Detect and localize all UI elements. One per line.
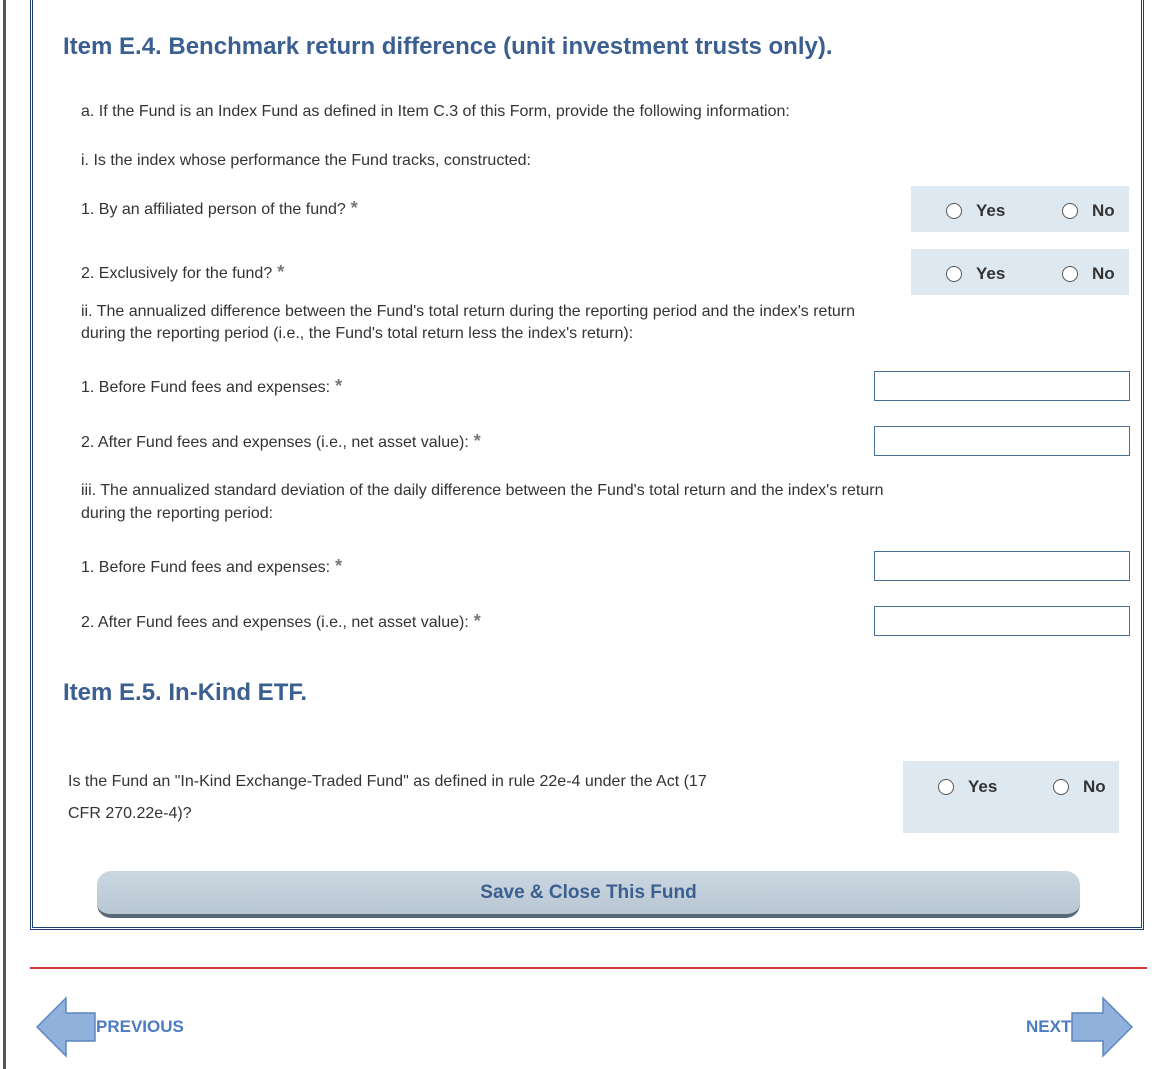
previous-button[interactable]: PREVIOUS	[36, 996, 184, 1058]
right-arrow-icon[interactable]	[1071, 996, 1134, 1058]
e4-i-1-label: 1. By an affiliated person of the fund?	[81, 201, 346, 218]
e4-ii-2-input[interactable]	[874, 426, 1130, 456]
radio-circle-icon[interactable]	[1062, 203, 1078, 219]
e4-i-text: i. Is the index whose performance the Fu…	[81, 152, 531, 169]
item-e5-heading: Item E.5. In-Kind ETF.	[63, 679, 308, 706]
radio-circle-icon[interactable]	[946, 203, 962, 219]
e4-ii-text-line2: during the reporting period (i.e., the F…	[81, 325, 634, 342]
left-arrow-icon[interactable]	[36, 996, 96, 1058]
e4-i-1-radio-group: Yes No	[911, 186, 1129, 232]
e4-iii-2-question: 2. After Fund fees and expenses (i.e., n…	[81, 611, 481, 632]
radio-circle-icon[interactable]	[1053, 779, 1069, 795]
no-label: No	[1092, 264, 1115, 283]
no-label: No	[1092, 201, 1115, 220]
yes-label: Yes	[976, 201, 1006, 220]
required-asterisk: *	[473, 611, 481, 631]
e4-i-2-label: 2. Exclusively for the fund?	[81, 265, 273, 282]
radio-circle-icon[interactable]	[938, 779, 954, 795]
required-asterisk: *	[277, 262, 285, 282]
radio-circle-icon[interactable]	[1062, 266, 1078, 282]
e4-i-2-yes-radio[interactable]: Yes	[946, 264, 1005, 284]
e4-iii-text-line2: during the reporting period:	[81, 505, 274, 522]
required-asterisk: *	[335, 376, 343, 396]
e4-ii-1-input[interactable]	[874, 371, 1130, 401]
e4-ii-1-question: 1. Before Fund fees and expenses: *	[81, 376, 342, 397]
e4-iii-1-input[interactable]	[874, 551, 1130, 581]
previous-label[interactable]: PREVIOUS	[96, 1017, 184, 1037]
e4-ii-1-label: 1. Before Fund fees and expenses:	[81, 379, 331, 396]
no-label: No	[1083, 777, 1106, 796]
e5-question-line1: Is the Fund an "In-Kind Exchange-Traded …	[68, 773, 707, 790]
item-e4-heading: Item E.4. Benchmark return difference (u…	[63, 33, 833, 60]
e4-iii-2-label: 2. After Fund fees and expenses (i.e., n…	[81, 614, 469, 631]
e4-i-2-no-radio[interactable]: No	[1062, 264, 1115, 284]
yes-label: Yes	[976, 264, 1006, 283]
e4-i-2-radio-group: Yes No	[911, 249, 1129, 295]
e4-iii-1-label: 1. Before Fund fees and expenses:	[81, 559, 331, 576]
e4-iii-1-question: 1. Before Fund fees and expenses: *	[81, 556, 342, 577]
e4-ii-2-label: 2. After Fund fees and expenses (i.e., n…	[81, 434, 469, 451]
e4-i-2-question: 2. Exclusively for the fund? *	[81, 262, 284, 283]
e4-i-1-yes-radio[interactable]: Yes	[946, 201, 1005, 221]
next-label[interactable]: NEXT	[1026, 1017, 1071, 1037]
form-panel: Item E.4. Benchmark return difference (u…	[30, 0, 1144, 930]
e4-i-1-question: 1. By an affiliated person of the fund? *	[81, 198, 358, 219]
e5-question-line2: CFR 270.22e-4)?	[68, 805, 192, 822]
e4-i-1-no-radio[interactable]: No	[1062, 201, 1115, 221]
yes-label: Yes	[968, 777, 998, 796]
required-asterisk: *	[473, 431, 481, 451]
required-asterisk: *	[350, 198, 358, 218]
required-asterisk: *	[335, 556, 343, 576]
e4-ii-text-line1: ii. The annualized difference between th…	[81, 303, 856, 320]
e5-yes-radio[interactable]: Yes	[938, 777, 997, 797]
radio-circle-icon[interactable]	[946, 266, 962, 282]
e4-ii-2-question: 2. After Fund fees and expenses (i.e., n…	[81, 431, 481, 452]
next-button[interactable]: NEXT	[1026, 996, 1134, 1058]
e5-no-radio[interactable]: No	[1053, 777, 1106, 797]
page-left-border	[3, 0, 6, 1069]
e4-a-text: a. If the Fund is an Index Fund as defin…	[81, 103, 790, 120]
save-close-fund-button[interactable]: Save & Close This Fund	[97, 871, 1080, 918]
e4-iii-2-input[interactable]	[874, 606, 1130, 636]
e5-radio-group: Yes No	[903, 761, 1119, 833]
section-divider	[30, 967, 1147, 969]
e4-iii-text-line1: iii. The annualized standard deviation o…	[81, 482, 884, 499]
